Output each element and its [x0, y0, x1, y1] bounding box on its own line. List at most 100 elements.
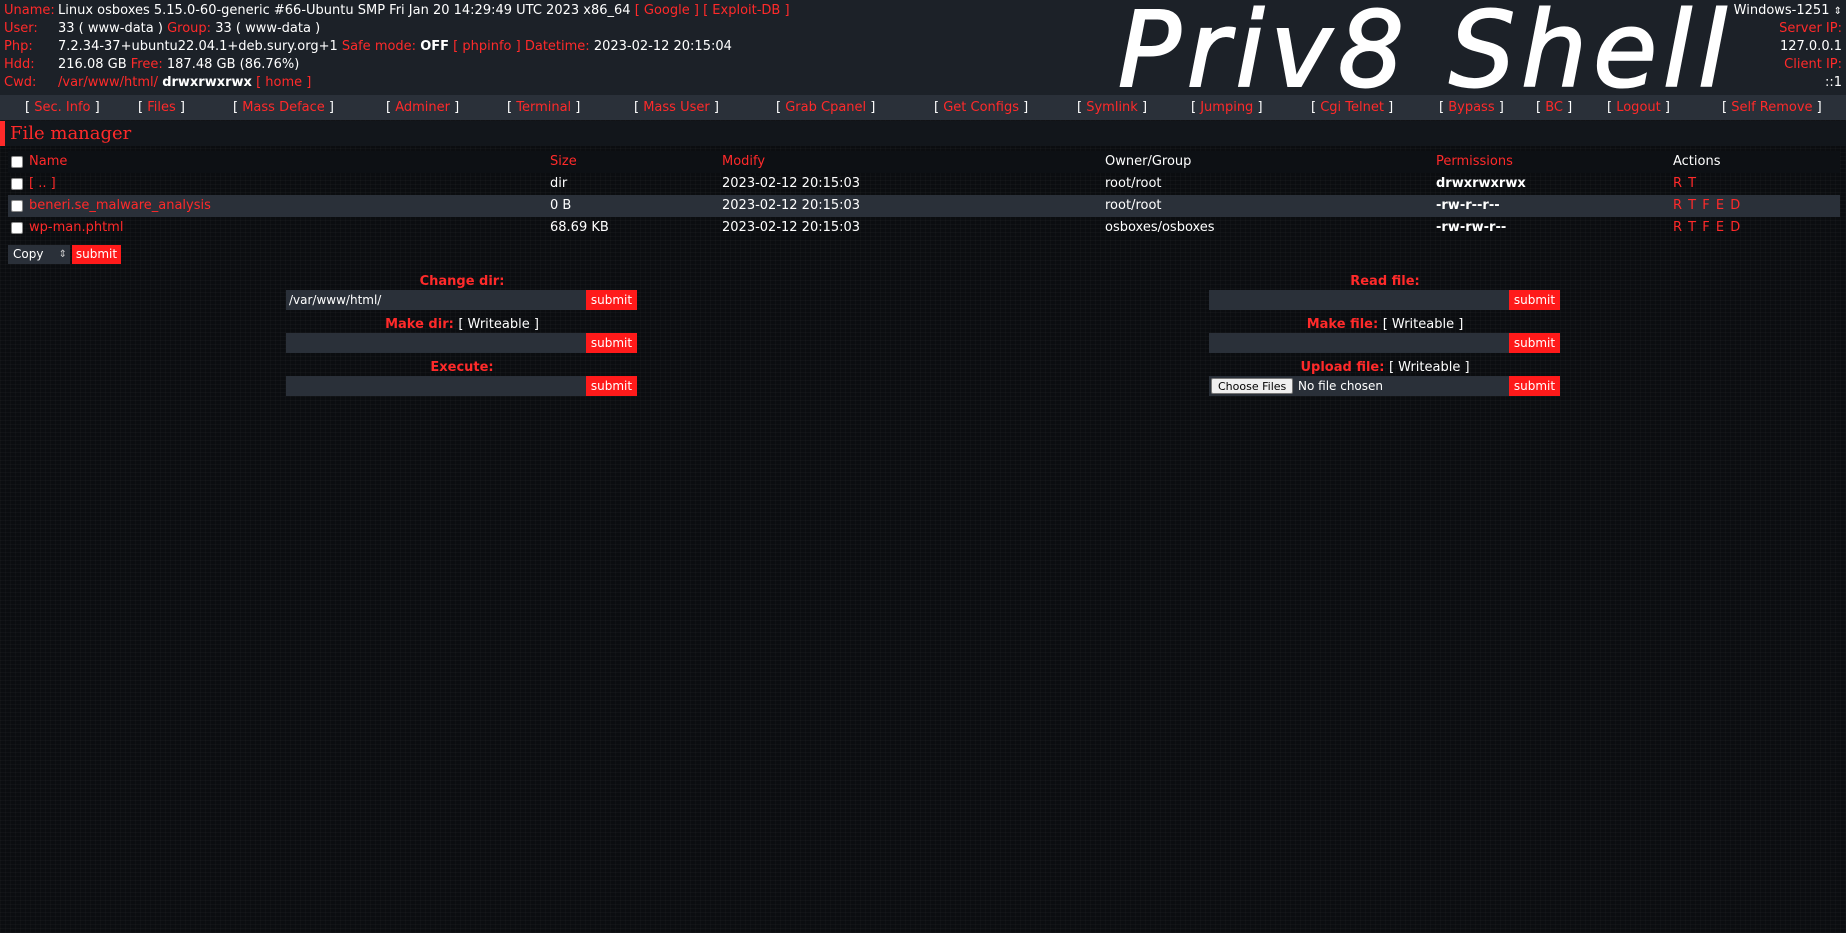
file-name-link[interactable]: [ .. ] — [29, 173, 56, 195]
menu-mass-user[interactable]: [ Mass User ] — [634, 95, 719, 120]
change-dir-input[interactable]: /var/www/html/ — [286, 290, 586, 310]
cwd-path-link[interactable]: /var/www/html/ — [58, 75, 158, 90]
column-header-name[interactable]: Name — [29, 151, 67, 173]
safemode-label: Safe mode: — [341, 39, 417, 54]
user-value: 33 ( www-data ) — [58, 21, 163, 36]
menu-bc[interactable]: [ BC ] — [1536, 95, 1572, 120]
make-dir-label: Make dir: — [385, 317, 454, 332]
file-permissions[interactable]: -rw-r--r-- — [1436, 195, 1500, 217]
menu-jumping-label[interactable]: Jumping — [1200, 100, 1253, 115]
phpinfo-link[interactable]: [ phpinfo ] — [453, 39, 521, 54]
menu-self-remove[interactable]: [ Self Remove ] — [1722, 95, 1822, 120]
home-link[interactable]: [ home ] — [256, 75, 311, 90]
menu-logout[interactable]: [ Logout ] — [1607, 95, 1670, 120]
column-header-size[interactable]: Size — [550, 151, 577, 173]
php-value: 7.2.34-37+ubuntu22.04.1+deb.sury.org+1 — [58, 39, 338, 54]
make-dir-input[interactable] — [286, 333, 586, 353]
file-permissions[interactable]: -rw-rw-r-- — [1436, 217, 1506, 239]
file-owner: root/root — [1105, 176, 1162, 191]
server-ip-value: 127.0.0.1 — [1779, 39, 1842, 54]
change-dir-label-wrap: Change dir: — [287, 274, 637, 290]
menu-adminer[interactable]: [ Adminer ] — [386, 95, 459, 120]
menu-mass-deface[interactable]: [ Mass Deface ] — [233, 95, 334, 120]
file-permissions[interactable]: drwxrwxrwx — [1436, 173, 1526, 195]
file-modify: 2023-02-12 20:15:03 — [722, 198, 861, 213]
make-dir-status: [ Writeable ] — [458, 317, 539, 332]
menu-logout-label[interactable]: Logout — [1616, 100, 1661, 115]
file-name-link[interactable]: beneri.se_malware_analysis — [29, 195, 211, 217]
header-info-panel: Uname: Linux osboxes 5.15.0-60-generic #… — [0, 0, 1846, 103]
bulk-action-value: Copy — [13, 247, 44, 261]
row-checkbox[interactable] — [11, 222, 23, 234]
file-modify: 2023-02-12 20:15:03 — [722, 176, 861, 191]
menu-jumping[interactable]: [ Jumping ] — [1191, 95, 1263, 120]
bulk-action-select[interactable]: Copy ⇕ — [8, 245, 70, 264]
row-checkbox[interactable] — [11, 200, 23, 212]
make-file-label-wrap: Make file: [ Writeable ] — [1210, 317, 1560, 333]
hdd-label: Hdd: — [4, 57, 35, 72]
menu-symlink-label[interactable]: Symlink — [1086, 100, 1138, 115]
bulk-action-submit-button[interactable]: submit — [72, 245, 121, 264]
file-actions[interactable]: R T F E D — [1673, 217, 1741, 239]
read-file-submit-button[interactable]: submit — [1509, 290, 1560, 310]
read-file-label: Read file: — [1350, 274, 1420, 289]
make-dir-submit-button[interactable]: submit — [586, 333, 637, 353]
upload-file-submit-button[interactable]: submit — [1509, 376, 1560, 396]
execute-submit-button[interactable]: submit — [586, 376, 637, 396]
file-name-link[interactable]: wp-man.phtml — [29, 217, 123, 239]
group-value: 33 ( www-data ) — [215, 21, 321, 36]
column-header-modify[interactable]: Modify — [722, 151, 765, 173]
menu-grab-cpanel-label[interactable]: Grab Cpanel — [785, 100, 866, 115]
select-all-checkbox[interactable] — [11, 156, 23, 168]
make-file-submit-button[interactable]: submit — [1509, 333, 1560, 353]
menu-adminer-label[interactable]: Adminer — [395, 100, 450, 115]
uname-label: Uname: — [4, 3, 55, 18]
charset-select[interactable]: Windows-1251 ⇕ — [1734, 2, 1842, 20]
file-actions[interactable]: R T F E D — [1673, 195, 1741, 217]
change-dir-label: Change dir: — [419, 274, 505, 289]
menu-get-configs[interactable]: [ Get Configs ] — [934, 95, 1028, 120]
menu-symlink[interactable]: [ Symlink ] — [1077, 95, 1147, 120]
group-label: Group: — [167, 21, 212, 36]
hdd-value: 216.08 GB — [58, 57, 127, 72]
choose-files-button[interactable]: Choose Files — [1211, 378, 1294, 394]
no-file-chosen-text: No file chosen — [1298, 379, 1384, 393]
row-checkbox[interactable] — [11, 178, 23, 190]
main-menu: [ Sec. Info ] [ Files ] [ Mass Deface ] … — [0, 95, 1846, 120]
menu-bypass-label[interactable]: Bypass — [1448, 100, 1494, 115]
menu-bc-label[interactable]: BC — [1545, 100, 1563, 115]
menu-files-label[interactable]: Files — [147, 100, 176, 115]
execute-label: Execute: — [430, 360, 494, 375]
make-file-input[interactable] — [1209, 333, 1509, 353]
menu-cgi-telnet[interactable]: [ Cgi Telnet ] — [1311, 95, 1393, 120]
column-header-permissions[interactable]: Permissions — [1436, 151, 1513, 173]
column-header-owner: Owner/Group — [1105, 154, 1192, 169]
file-table: Name Size Modify Owner/Group Permissions… — [8, 151, 1840, 239]
menu-bypass[interactable]: [ Bypass ] — [1439, 95, 1504, 120]
google-link[interactable]: [ Google ] — [635, 3, 699, 18]
menu-files[interactable]: [ Files ] — [138, 95, 185, 120]
cwd-perms: drwxrwxrwx — [162, 75, 252, 90]
exploitdb-link[interactable]: [ Exploit-DB ] — [703, 3, 789, 18]
file-actions[interactable]: R T — [1673, 173, 1697, 195]
read-file-label-wrap: Read file: — [1210, 274, 1560, 290]
execute-label-wrap: Execute: — [287, 360, 637, 376]
menu-sec-info[interactable]: [ Sec. Info ] — [25, 95, 100, 120]
file-manager-title: File manager — [10, 123, 132, 144]
user-label: User: — [4, 21, 38, 36]
file-size: 68.69 KB — [550, 220, 609, 235]
read-file-input[interactable] — [1209, 290, 1509, 310]
change-dir-submit-button[interactable]: submit — [586, 290, 637, 310]
menu-self-remove-label[interactable]: Self Remove — [1731, 100, 1812, 115]
menu-mass-deface-label[interactable]: Mass Deface — [242, 100, 325, 115]
menu-terminal-label[interactable]: Terminal — [516, 100, 571, 115]
menu-terminal[interactable]: [ Terminal ] — [507, 95, 580, 120]
datetime-label: Datetime: — [524, 39, 590, 54]
menu-cgi-telnet-label[interactable]: Cgi Telnet — [1320, 100, 1384, 115]
menu-grab-cpanel[interactable]: [ Grab Cpanel ] — [776, 95, 875, 120]
menu-get-configs-label[interactable]: Get Configs — [943, 100, 1019, 115]
menu-mass-user-label[interactable]: Mass User — [643, 100, 710, 115]
menu-sec-info-label[interactable]: Sec. Info — [34, 100, 90, 115]
execute-input[interactable] — [286, 376, 586, 396]
upload-file-input[interactable]: Choose Files No file chosen — [1209, 376, 1509, 396]
